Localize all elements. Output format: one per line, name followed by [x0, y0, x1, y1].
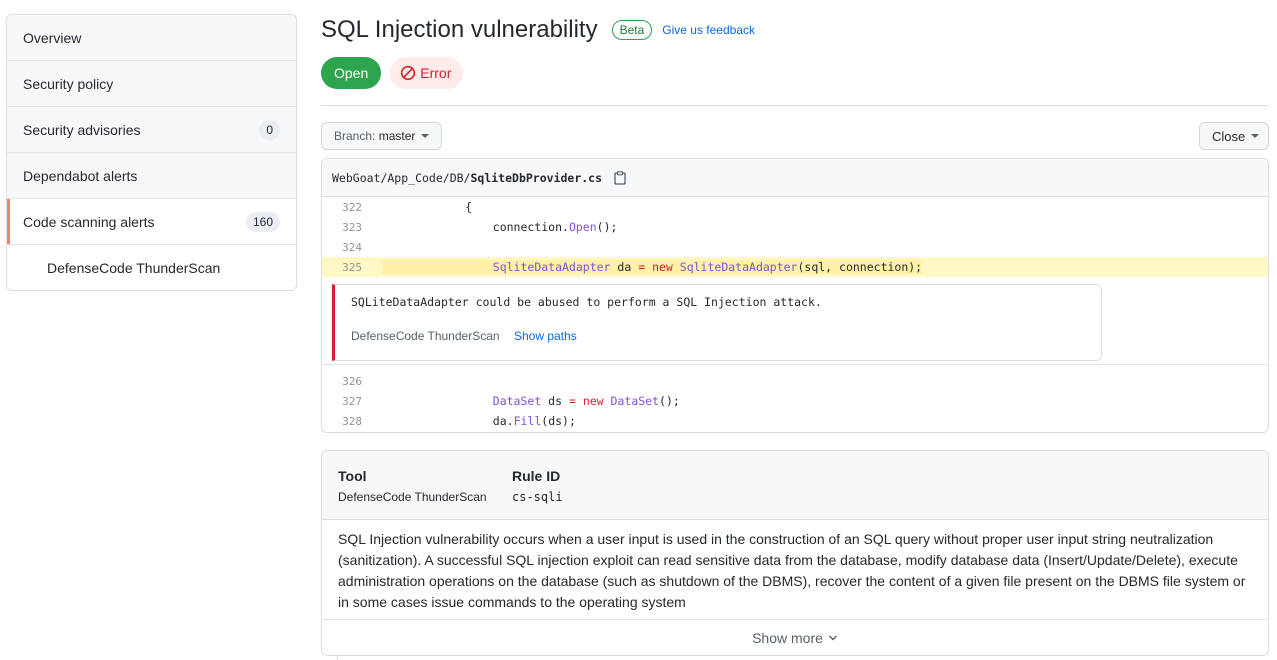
header-divider: [321, 105, 1269, 106]
line-code: da.Fill(ds);: [364, 414, 576, 428]
code-token: DataSet: [610, 394, 660, 408]
code-line: 326: [322, 371, 1268, 391]
code-token: new: [582, 394, 604, 408]
tool-value: DefenseCode ThunderScan: [338, 490, 487, 504]
close-label: Close: [1212, 128, 1246, 144]
sidebar-item-label: Overview: [23, 29, 82, 46]
code-token: connection.: [382, 220, 569, 234]
give-feedback-link[interactable]: Give us feedback: [662, 23, 755, 37]
beta-badge: Beta: [611, 20, 653, 40]
code-token: Open: [568, 220, 597, 234]
code-token: da.: [492, 414, 514, 428]
sidebar-item-security-advisories[interactable]: Security advisories 0: [7, 107, 296, 153]
code-token: (sql, connection);: [797, 260, 923, 274]
line-number: 322: [342, 200, 362, 214]
security-sidebar: Overview Security policy Security adviso…: [6, 14, 297, 291]
show-more-button[interactable]: Show more: [322, 620, 1268, 655]
advisories-count-badge: 0: [259, 119, 280, 140]
close-alert-button[interactable]: Close: [1199, 122, 1269, 150]
sidebar-item-label: Dependabot alerts: [23, 167, 138, 184]
show-more-label: Show more: [752, 629, 823, 646]
file-path-dir: WebGoat/App_Code/DB/: [332, 170, 471, 185]
code-token: ();: [596, 220, 618, 234]
sidebar-item-label: Security advisories: [23, 121, 141, 138]
line-number: 326: [342, 374, 362, 388]
code-token: (ds);: [541, 414, 576, 428]
code-scanning-count-badge: 160: [245, 211, 280, 232]
line-code: SqliteDataAdapter da = new SqliteDataAda…: [382, 260, 923, 274]
code-token: DataSet: [492, 394, 542, 408]
code-line: 323 connection.Open();: [322, 217, 1268, 237]
file-name[interactable]: SqliteDbProvider.cs: [470, 171, 602, 185]
code-token: Fill: [513, 414, 542, 428]
alert-state-row: Open Error: [321, 57, 464, 89]
alert-tool-name: DefenseCode ThunderScan: [351, 329, 500, 343]
caret-down-icon: [421, 134, 430, 138]
show-paths-link[interactable]: Show paths: [514, 329, 577, 343]
code-snippet-box: WebGoat/App_Code/DB/SqliteDbProvider.cs …: [321, 158, 1269, 433]
file-path-header: WebGoat/App_Code/DB/SqliteDbProvider.cs: [322, 159, 1268, 197]
code-line: 328 da.Fill(ds);: [322, 411, 1268, 431]
branch-value: master: [378, 129, 416, 143]
rule-details-header: Tool DefenseCode ThunderScan Rule ID cs-…: [322, 451, 1268, 520]
tool-column: Tool DefenseCode ThunderScan: [338, 468, 487, 504]
caret-down-icon: [1251, 134, 1260, 138]
code-line: 322 {: [322, 197, 1268, 217]
rule-details-box: Tool DefenseCode ThunderScan Rule ID cs-…: [321, 450, 1269, 656]
code-line: 324: [322, 237, 1268, 257]
line-number: 328: [342, 414, 362, 428]
highlighted-code-line: 325 SqliteDataAdapter da = new SqliteDat…: [322, 257, 1268, 277]
line-code: {: [382, 200, 473, 214]
line-number: 325: [342, 260, 362, 274]
page-title: SQL Injection vulnerability: [321, 16, 598, 43]
line-code: connection.Open();: [364, 220, 618, 234]
line-number: 327: [342, 394, 362, 408]
code-token: =: [568, 394, 576, 408]
branch-select-button[interactable]: Branch: master: [321, 122, 443, 150]
rule-id-value: cs-sqli: [512, 490, 563, 504]
sidebar-item-dependabot-alerts[interactable]: Dependabot alerts: [7, 153, 296, 199]
code-token: ();: [659, 394, 680, 408]
code-token: SqliteDataAdapter: [679, 260, 798, 274]
alert-message: SQLiteDataAdapter could be abused to per…: [351, 295, 822, 309]
line-code: DataSet ds = new DataSet();: [364, 394, 680, 408]
tool-label: Tool: [338, 468, 367, 484]
sidebar-item-security-policy[interactable]: Security policy: [7, 61, 296, 107]
alert-message-box: SQLiteDataAdapter could be abused to per…: [332, 284, 1102, 361]
code-token: da: [610, 260, 639, 274]
sidebar-item-overview[interactable]: Overview: [7, 15, 296, 61]
code-token: ds: [541, 394, 569, 408]
line-number: 323: [342, 220, 362, 234]
line-number: 324: [342, 240, 362, 254]
code-token: new: [652, 260, 673, 274]
rule-description: SQL Injection vulnerability occurs when …: [322, 520, 1268, 620]
severity-label: Error: [420, 65, 452, 81]
sidebar-item-label: Security policy: [23, 75, 114, 92]
timeline-line: [337, 656, 338, 660]
rule-id-label: Rule ID: [512, 468, 561, 484]
sidebar-item-label: Code scanning alerts: [23, 213, 155, 230]
sidebar-item-label: DefenseCode ThunderScan: [47, 259, 221, 276]
sidebar-item-code-scanning-alerts[interactable]: Code scanning alerts 160: [7, 199, 296, 245]
code-token: SqliteDataAdapter: [492, 260, 611, 274]
chevron-down-icon: [828, 634, 838, 642]
branch-prefix: Branch:: [334, 129, 376, 143]
alert-title-row: SQL Injection vulnerability Beta Give us…: [321, 16, 755, 44]
code-line: 327 DataSet ds = new DataSet();: [322, 391, 1268, 411]
rule-id-column: Rule ID cs-sqli: [512, 468, 563, 504]
severity-badge: Error: [390, 57, 464, 89]
clipboard-icon[interactable]: [614, 170, 626, 185]
sidebar-subitem-defensecode-thunderscan[interactable]: DefenseCode ThunderScan: [7, 245, 296, 290]
stop-icon: [400, 65, 416, 81]
open-state-badge: Open: [321, 57, 382, 89]
alert-message-row: SQLiteDataAdapter could be abused to per…: [322, 277, 1268, 365]
